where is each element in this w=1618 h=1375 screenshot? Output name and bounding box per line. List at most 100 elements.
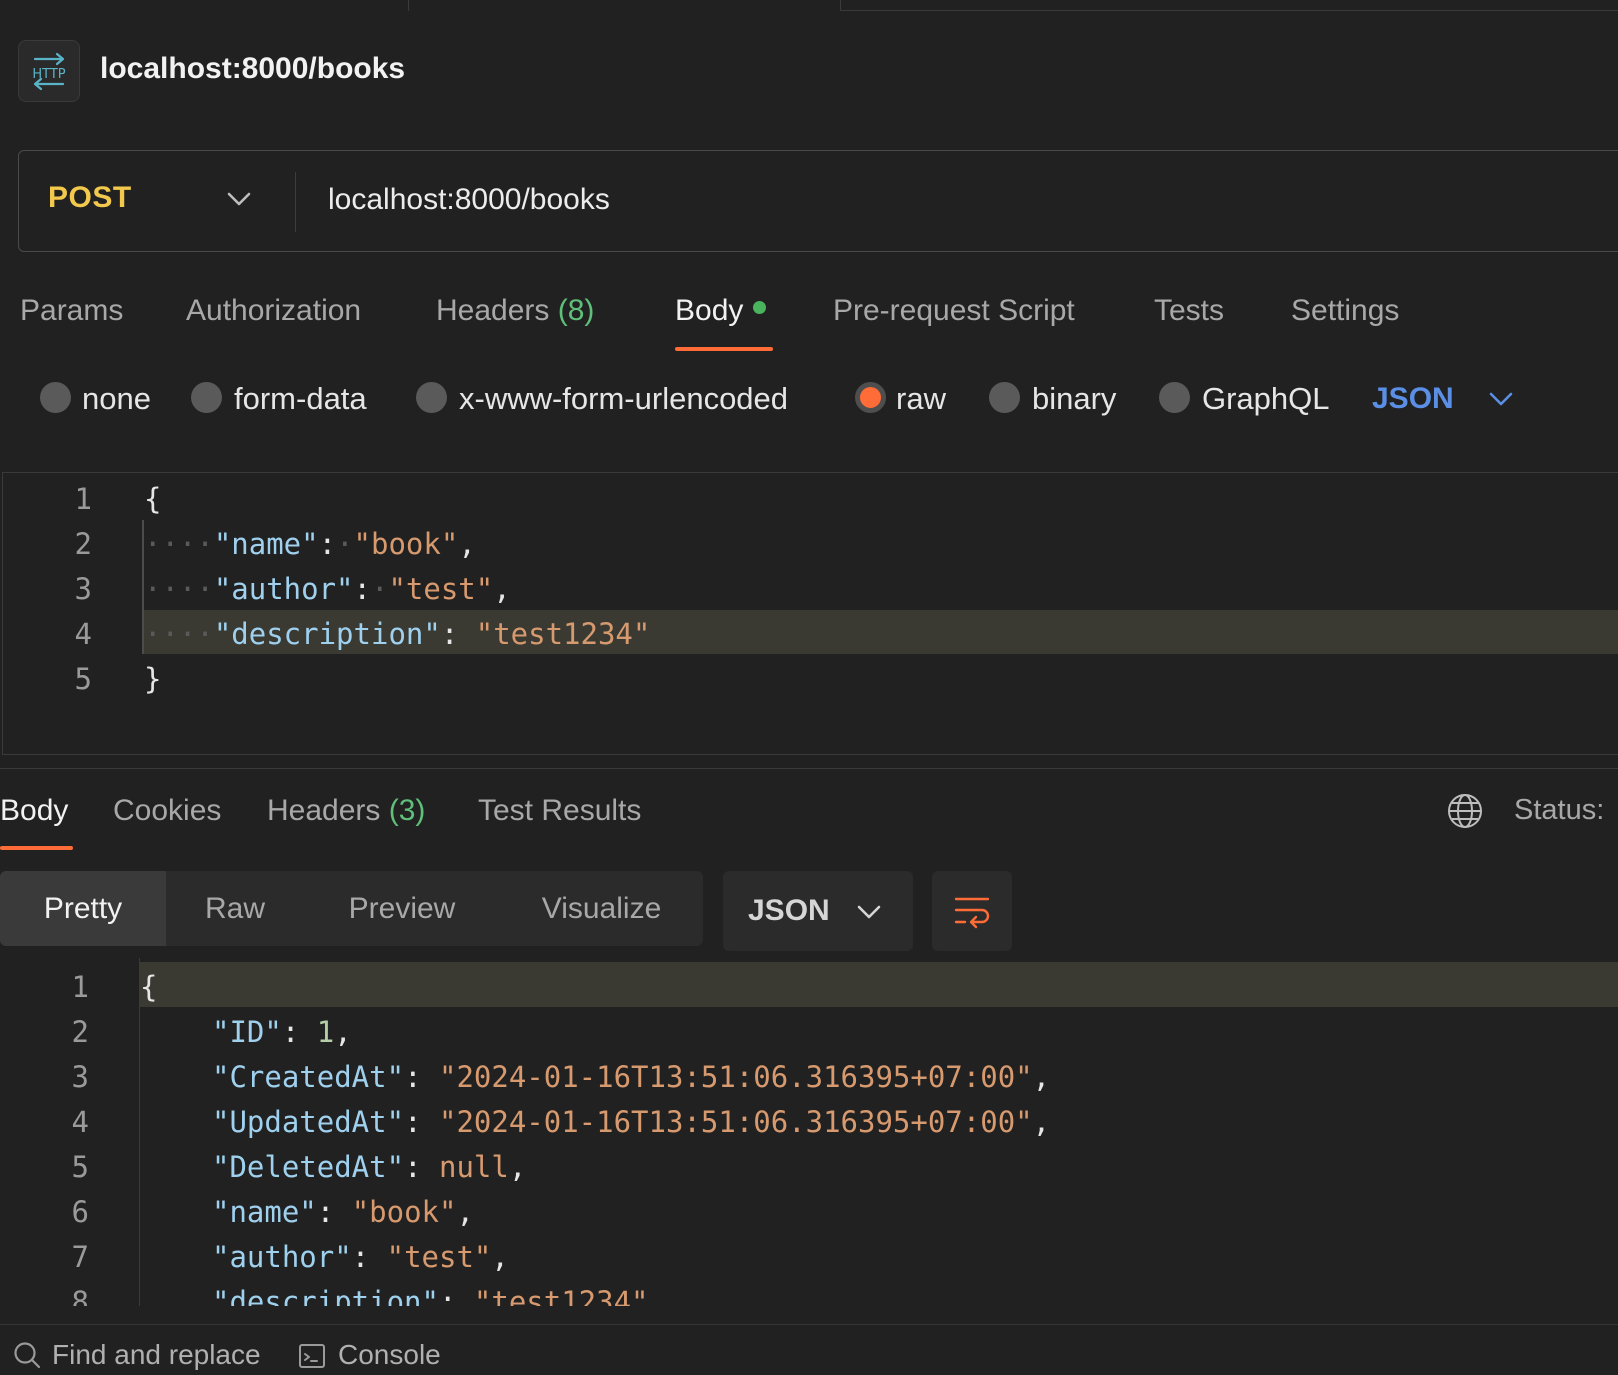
colon: : [404,1150,439,1184]
json-null: null [438,1150,509,1184]
tab-headers[interactable]: Headers (8) [436,294,594,328]
line-number: 3 [71,1060,89,1094]
radio-graphql-label[interactable]: GraphQL [1202,381,1330,417]
json-string: "test1234" [475,617,651,651]
line-number: 5 [74,662,92,696]
code-line-5[interactable]: } [144,662,161,696]
top-tab-line-right [840,10,1618,11]
view-raw-button[interactable]: Raw [166,871,304,946]
current-line-highlight [140,962,1618,1007]
view-visualize-button[interactable]: Visualize [500,871,703,946]
tab-params[interactable]: Params [20,294,123,328]
colon: : [318,527,337,561]
response-body-viewer[interactable]: 1 2 3 4 5 6 7 8 { "ID": 1, "CreatedAt": … [0,958,1618,1306]
code-line-3[interactable]: ····"author":·"test", [144,572,511,606]
tab-pre-request-label: Pre-request Script [833,294,1075,327]
top-tab-edge-left [0,0,409,11]
globe-icon[interactable] [1446,792,1484,835]
body-format-select[interactable]: JSON [1372,382,1454,416]
json-key: "author" [212,1240,352,1274]
line-number: 7 [71,1240,89,1274]
radio-form-data-label[interactable]: form-data [234,381,367,417]
gutter-border [139,958,140,1306]
code-line-2[interactable]: ····"name":·"book", [144,527,476,561]
chevron-down-icon[interactable] [1488,390,1514,413]
colon: : [353,572,371,606]
console-button[interactable]: Console [338,1339,441,1371]
chevron-down-icon [856,903,882,926]
colon: : [316,1195,352,1229]
json-key: "ID" [212,1015,282,1049]
response-format-label: JSON [748,894,830,927]
radio-urlencoded-label[interactable]: x-www-form-urlencoded [459,381,788,417]
response-tab-headers-label: Headers [267,794,381,827]
radio-graphql[interactable] [1159,382,1190,413]
response-separator[interactable] [0,768,1618,769]
top-tab-edge-right [840,0,841,11]
radio-none[interactable] [40,382,71,413]
line-number: 4 [71,1105,89,1139]
comma: , [1032,1060,1051,1094]
tab-tests[interactable]: Tests [1154,294,1224,328]
tab-settings[interactable]: Settings [1291,294,1399,328]
line-number: 8 [71,1285,89,1306]
json-key: "CreatedAt" [212,1060,405,1094]
json-key: "name" [213,527,319,561]
code-line-1[interactable]: { [144,482,161,516]
json-key: "description" [213,617,441,651]
response-tab-body[interactable]: Body [0,794,68,828]
line-number: 3 [74,572,92,606]
url-input[interactable]: localhost:8000/books [328,183,610,217]
radio-binary[interactable] [989,382,1020,413]
radio-urlencoded[interactable] [416,382,447,413]
radio-form-data[interactable] [191,382,222,413]
response-tab-headers[interactable]: Headers (3) [267,794,425,828]
radio-binary-label[interactable]: binary [1032,381,1116,417]
method-select[interactable]: POST [48,181,132,215]
comma: , [458,527,476,561]
line-number: 5 [71,1150,89,1184]
url-bar [18,150,1618,252]
http-icon: HTTP [18,40,80,102]
chevron-down-icon[interactable] [226,190,252,213]
comma: , [491,1240,509,1274]
json-number: 1 [316,1015,335,1049]
json-string: "test" [388,572,494,606]
view-pretty-button[interactable]: Pretty [0,871,166,946]
console-icon[interactable] [298,1342,326,1375]
response-line-7: "author": "test", [212,1240,509,1274]
radio-none-label[interactable]: none [82,381,151,417]
find-replace-button[interactable]: Find and replace [52,1339,261,1371]
response-tab-cookies[interactable]: Cookies [113,794,221,828]
tab-body[interactable]: Body [675,294,767,328]
response-active-tab-indicator [0,846,73,850]
radio-raw[interactable] [855,382,886,413]
search-icon[interactable] [12,1340,42,1375]
json-string: "test" [386,1240,492,1274]
line-number: 2 [74,527,92,561]
svg-text:HTTP: HTTP [32,67,65,82]
radio-raw-label[interactable]: raw [896,381,946,417]
json-string: "book" [353,527,459,561]
json-key: "name" [212,1195,317,1229]
wrap-lines-button[interactable] [932,871,1012,951]
tab-pre-request-script[interactable]: Pre-request Script [833,294,1075,328]
json-key: "description" [212,1285,439,1306]
response-tab-test-results[interactable]: Test Results [478,794,641,828]
tab-headers-count: (8) [557,294,595,327]
request-title[interactable]: localhost:8000/books [100,52,405,86]
line-number: 4 [74,617,92,651]
line-number: 6 [71,1195,89,1229]
tab-tests-label: Tests [1154,294,1225,327]
response-tab-test-results-label: Test Results [478,794,642,827]
response-line-5: "DeletedAt": null, [212,1150,526,1184]
code-line-4[interactable]: ····"description": "test1234" [144,617,650,651]
colon: : [351,1240,387,1274]
response-line-2: "ID": 1, [212,1015,352,1049]
response-line-4: "UpdatedAt": "2024-01-16T13:51:06.316395… [212,1105,1050,1139]
json-string: "book" [351,1195,457,1229]
response-tab-cookies-label: Cookies [113,794,222,827]
json-string: "2024-01-16T13:51:06.316395+07:00" [438,1105,1033,1139]
view-preview-button[interactable]: Preview [304,871,500,946]
tab-authorization[interactable]: Authorization [186,294,361,328]
